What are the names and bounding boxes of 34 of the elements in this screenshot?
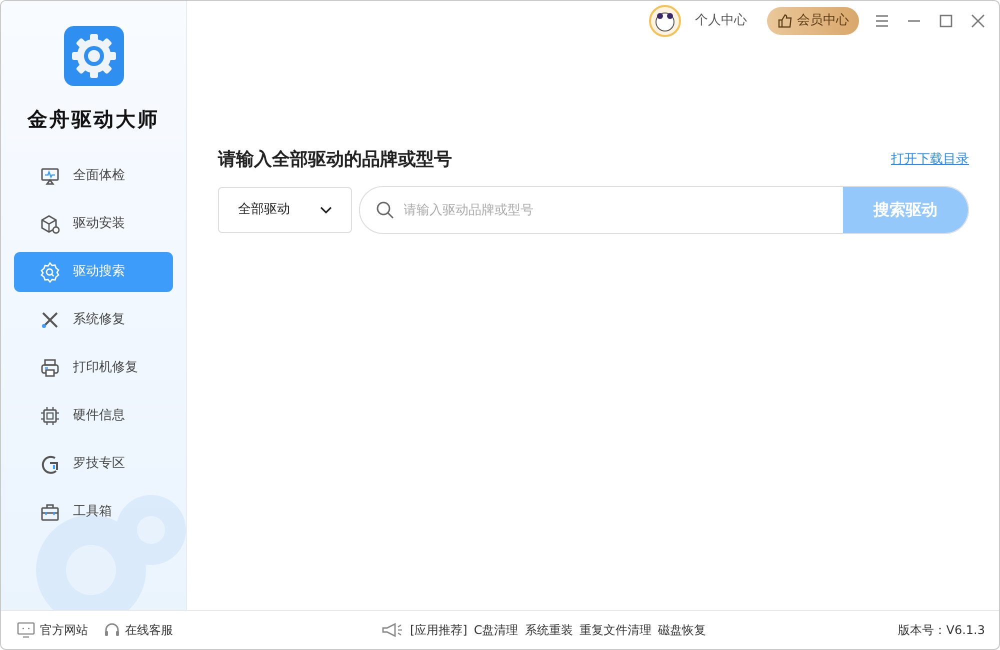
user-center-link[interactable]: 个人中心 (695, 11, 747, 31)
box-gear-icon (39, 213, 61, 235)
monitor-icon (17, 622, 35, 638)
customer-service-link[interactable]: 在线客服 (104, 621, 173, 639)
search-icon (376, 201, 394, 219)
headset-icon (104, 622, 120, 638)
sidebar-item[interactable]: 系统修复 (14, 300, 173, 340)
sidebar-item[interactable]: 全面体检 (14, 156, 173, 196)
gear-logo-icon (64, 26, 124, 86)
hook-logo-icon (39, 453, 61, 475)
sidebar-item[interactable]: 打印机修复 (14, 348, 173, 388)
close-icon[interactable] (969, 12, 987, 30)
sidebar-item[interactable]: 驱动安装 (14, 204, 173, 244)
category-label: 全部驱动 (238, 201, 290, 220)
vip-center-button[interactable]: 会员中心 (767, 7, 859, 35)
megaphone-icon (381, 622, 404, 638)
search-heading: 请输入全部驱动的品牌或型号 (218, 148, 452, 172)
promo-link[interactable]: 磁盘恢复 (658, 621, 706, 639)
sidebar-item[interactable]: 硬件信息 (14, 396, 173, 436)
printer-icon (39, 357, 61, 379)
thumbs-up-icon (777, 13, 793, 29)
version-label: 版本号：V6.1.3 (898, 622, 985, 639)
sidebar-item[interactable]: 工具箱 (14, 492, 173, 532)
website-link[interactable]: 官方网站 (17, 621, 88, 639)
app-name: 金舟驱动大师 (28, 106, 160, 133)
promo-label: [应用推荐] (410, 622, 468, 639)
maximize-icon[interactable] (937, 12, 955, 30)
gear-search-icon (39, 261, 61, 283)
sidebar-item[interactable]: 罗技专区 (14, 444, 173, 484)
chip-icon (39, 405, 61, 427)
promo-link[interactable]: 系统重装 (524, 621, 573, 639)
avatar-icon[interactable] (649, 5, 681, 37)
promo-link[interactable]: 重复文件清理 (579, 621, 652, 639)
promo-link[interactable]: C盘清理 (474, 621, 518, 639)
